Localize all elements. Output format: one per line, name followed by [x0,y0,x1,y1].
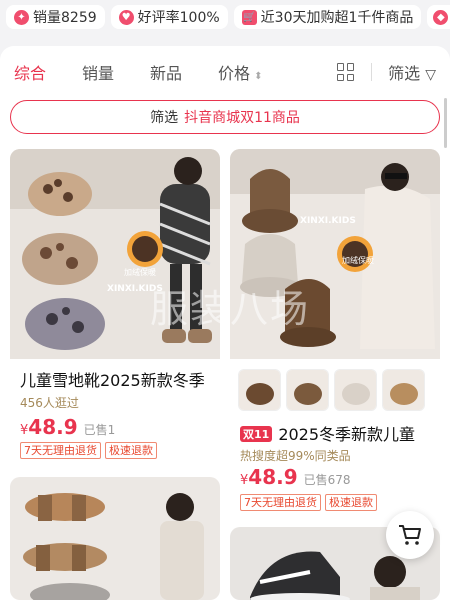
stat-sales: ✦ 销量8259 [6,5,105,29]
service-tags: 7天无理由退货 极速退款 [240,494,377,511]
brand-label: XINXI.KIDS [300,216,356,226]
tag-refund: 极速退款 [325,494,377,511]
service-tags: 7天无理由退货 极速退款 [20,442,157,459]
sold-count: 已售1 [83,423,116,437]
product-title: 儿童雪地靴2025新款冬季 [20,371,205,390]
stat-cart: 🛒 近30天加购超1千件商品 [233,5,422,29]
tab-actions: 筛选 ▽ [337,46,436,98]
product-hot-search: 热搜度超99%同类品 [240,449,351,463]
product-price: 48.9 [248,465,298,489]
price-row: ¥48.9 已售678 [240,465,351,489]
funnel-icon: ▽ [425,67,436,83]
stat-rating-label: 好评率100% [137,10,220,26]
tab-price-label: 价格 [218,64,251,83]
product-visits: 456人逛过 [20,396,79,410]
tag-return: 7天无理由退货 [20,442,101,459]
stat-cart-label: 近30天加购超1千件商品 [260,10,414,26]
product-title: 双11 2025冬季新款儿童 [240,421,435,445]
sort-arrows-icon: ⬍ [254,71,263,82]
price-row: ¥48.9 已售1 [20,415,115,439]
stat-rating: ♥ 好评率100% [110,5,228,29]
swatch[interactable] [286,369,329,411]
banner-prefix: 筛选 [150,110,179,126]
scrollbar[interactable] [444,98,447,148]
watermark-text: 服装八场 [150,287,311,331]
color-swatches [238,369,425,411]
shop-stats-bar: ✦ 销量8259 ♥ 好评率100% 🛒 近30天加购超1千件商品 ◆ [0,0,450,34]
tag-refund: 极速退款 [105,442,157,459]
product-image [10,477,220,600]
banner-highlight: 抖音商城双11商品 [184,110,300,126]
stat-more: ◆ [427,5,450,29]
product-card[interactable] [10,477,220,600]
sales-icon: ✦ [14,9,29,25]
product-price: 48.9 [28,415,78,439]
cart-button[interactable] [386,511,434,559]
filter-button[interactable]: 筛选 ▽ [388,60,436,84]
more-stat-icon: ◆ [433,9,449,25]
double11-filter-banner[interactable]: 筛选 抖音商城双11商品 [10,100,440,134]
tab-comprehensive[interactable]: 综合 [14,60,46,84]
swatch[interactable] [382,369,425,411]
tab-new[interactable]: 新品 [150,60,182,84]
heat-label: 加绒保暖 [342,255,374,265]
cart-icon [399,525,421,545]
stat-sales-label: 销量8259 [33,10,97,26]
heat-label: 加绒保暖 [124,267,156,277]
swatch[interactable] [334,369,377,411]
double11-badge: 双11 [240,426,273,442]
product-title-text: 2025冬季新款儿童 [278,425,416,444]
tab-sales[interactable]: 销量 [82,60,114,84]
tab-price[interactable]: 价格 ⬍ [218,60,262,84]
tag-return: 7天无理由退货 [240,494,321,511]
rating-icon: ♥ [118,9,134,25]
filter-label: 筛选 [388,64,421,83]
divider [371,63,373,81]
swatch[interactable] [238,369,281,411]
sold-count: 已售678 [303,473,351,487]
cart-icon: 🛒 [241,9,257,25]
grid-view-icon[interactable] [337,63,355,81]
product-card[interactable]: 加绒保暖 XINXI.KIDS 双11 2025冬季新款儿童 热搜度超99%同类品… [230,149,440,517]
